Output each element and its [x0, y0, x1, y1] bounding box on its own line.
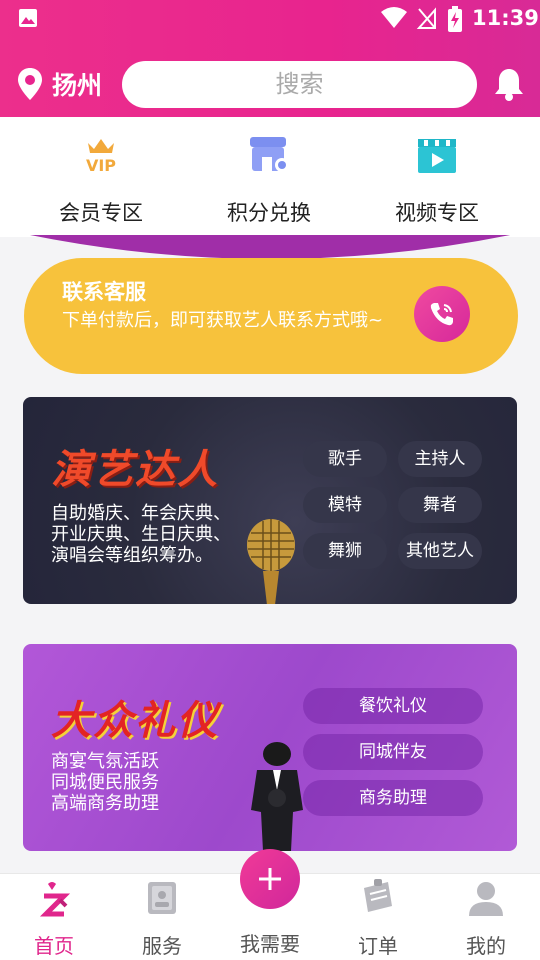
video-clapper-icon: [418, 139, 456, 173]
service-icon: [148, 882, 176, 914]
notification-bell-icon[interactable]: [494, 67, 524, 101]
contact-service-card[interactable]: 联系客服 下单付款后，即可获取艺人联系方式哦~: [24, 258, 518, 374]
tag-host[interactable]: 主持人: [398, 441, 482, 477]
location-pin-icon[interactable]: [18, 68, 42, 100]
status-bar: 11:39: [0, 0, 540, 38]
points-shop-icon: [250, 137, 289, 172]
etiquette-line: 商宴气氛活跃: [51, 751, 159, 772]
quick-item-label: 视频专区: [395, 201, 479, 225]
nav-label: 订单: [358, 934, 398, 958]
no-signal-icon: [416, 7, 436, 29]
quick-item-label: 积分兑换: [227, 201, 311, 225]
image-notification-icon: [19, 9, 37, 27]
quick-item-label: 会员专区: [59, 201, 143, 225]
microphone-icon: [247, 519, 295, 604]
nav-home[interactable]: 首页: [0, 878, 108, 959]
contact-description: 下单付款后，即可获取艺人联系方式哦~: [62, 310, 384, 331]
tag-singer[interactable]: 歌手: [303, 441, 387, 477]
nav-label: 服务: [142, 934, 182, 958]
contact-title: 联系客服: [62, 280, 146, 304]
performers-title: 演艺达人: [51, 447, 219, 493]
phone-icon: [430, 303, 453, 326]
svg-text:VIP: VIP: [86, 156, 116, 175]
tag-other-artists[interactable]: 其他艺人: [398, 533, 482, 569]
vip-crown-icon: VIP: [86, 139, 116, 175]
status-time: 11:39: [472, 6, 539, 30]
home-logo-icon: [39, 882, 71, 917]
nav-label[interactable]: 我需要: [216, 928, 324, 957]
nav-label: 我的: [466, 934, 506, 958]
plus-icon: [259, 868, 281, 890]
app-screen: 11:39 扬州 搜索 VIP 会员专区 积分兑换 视频专区 联系客服 下单付款…: [0, 0, 540, 960]
etiquette-title: 大众礼仪: [51, 698, 219, 744]
tag-dining-etiquette[interactable]: 餐饮礼仪: [303, 688, 483, 724]
need-button[interactable]: [240, 849, 300, 909]
performers-description: 自助婚庆、年会庆典、开业庆典、生日庆典、演唱会等组织筹办。: [51, 503, 231, 566]
wifi-icon: [381, 7, 407, 28]
tag-lion-dance[interactable]: 舞狮: [303, 533, 387, 569]
tag-city-companion[interactable]: 同城伴友: [303, 734, 483, 770]
etiquette-banner[interactable]: 大众礼仪 商宴气氛活跃 同城便民服务 高端商务助理 餐饮礼仪 同城伴友 商务助理: [23, 644, 517, 851]
performers-banner[interactable]: 演艺达人 自助婚庆、年会庆典、开业庆典、生日庆典、演唱会等组织筹办。 歌手 主持…: [23, 397, 517, 604]
profile-icon: [469, 882, 503, 916]
battery-charging-icon: [448, 6, 462, 32]
quick-item-vip[interactable]: VIP 会员专区: [26, 131, 176, 227]
city-selector[interactable]: 扬州: [52, 66, 102, 102]
suited-figure-icon: [251, 742, 303, 851]
etiquette-line: 高端商务助理: [51, 793, 159, 814]
nav-profile[interactable]: 我的: [432, 878, 540, 959]
tag-model[interactable]: 模特: [303, 487, 387, 523]
nav-label: 首页: [34, 934, 74, 958]
tag-business-assistant[interactable]: 商务助理: [303, 780, 483, 816]
nav-orders[interactable]: 订单: [324, 878, 432, 959]
header: 11:39 扬州 搜索: [0, 0, 540, 117]
nav-service[interactable]: 服务: [108, 878, 216, 959]
order-icon: [364, 879, 392, 912]
search-input[interactable]: 搜索: [122, 61, 477, 108]
quick-item-points[interactable]: 积分兑换: [194, 131, 344, 227]
quick-item-video[interactable]: 视频专区: [362, 131, 512, 227]
etiquette-description: 商宴气氛活跃 同城便民服务 高端商务助理: [51, 751, 241, 814]
tag-dancer[interactable]: 舞者: [398, 487, 482, 523]
call-button[interactable]: [414, 286, 470, 342]
etiquette-line: 同城便民服务: [51, 772, 159, 793]
quick-menu: VIP 会员专区 积分兑换 视频专区: [0, 117, 540, 237]
